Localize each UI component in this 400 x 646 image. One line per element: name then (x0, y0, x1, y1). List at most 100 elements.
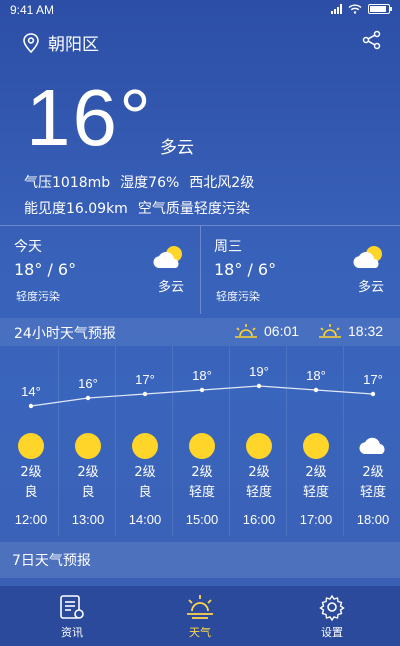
divider (172, 346, 173, 536)
hourly-temp: 19° (249, 364, 269, 379)
wifi-icon (348, 4, 362, 14)
hourly-temp: 17° (135, 372, 155, 387)
signal-icon (331, 4, 342, 14)
hourly-time: 13:00 (71, 512, 105, 527)
day-label: 周三 (214, 239, 242, 255)
info-row-1: 气压1018mb 湿度76% 西北风2级 (24, 172, 264, 192)
sunrise-icon (235, 324, 257, 338)
day-label: 今天 (14, 239, 42, 255)
day-condition: 多云 (157, 280, 184, 295)
hourly-aqi: 轻度 (359, 485, 386, 500)
sun-icon (188, 432, 216, 464)
tab-label: 天气 (189, 626, 211, 639)
hourly-item: 18° 2级轻度 17:00 (288, 346, 344, 536)
hourly-wind: 2级 (77, 465, 99, 480)
hourly-aqi: 良 (24, 485, 38, 500)
hourly-aqi: 轻度 (245, 485, 272, 500)
hourly-title: 24小时天气预报 (14, 326, 116, 342)
status-bar: 9:41 AM (0, 0, 400, 20)
sunset: 18:32 (318, 322, 383, 340)
sunrise: 06:01 (234, 322, 299, 340)
hourly-header: 24小时天气预报 06:01 18:32 (0, 318, 400, 346)
day-card-wednesday[interactable]: 周三 18° / 6° 轻度污染 多云 (200, 226, 400, 314)
day-aqi: 轻度污染 (16, 290, 60, 303)
hourly-item: 19° 2级轻度 16:00 (231, 346, 287, 536)
day-card-today[interactable]: 今天 18° / 6° 轻度污染 多云 (0, 226, 200, 314)
current-temperature: 16° (26, 73, 153, 162)
hourly-forecast[interactable]: 14° 2级良 12:00 16° 2级良 13:00 17° 2级良 14:00 18° 2级轻度… (0, 346, 400, 536)
hourly-item: 17° 2级轻度 18:00 (345, 346, 400, 536)
hourly-aqi: 良 (138, 485, 152, 500)
weekly-forecast-header[interactable]: 7日天气预报 (0, 542, 400, 578)
hourly-temp: 17° (363, 372, 383, 387)
weather-icon (187, 595, 213, 619)
current-condition: 多云 (160, 138, 194, 158)
cloud-icon (357, 432, 389, 460)
hourly-time: 12:00 (14, 512, 48, 527)
sunset-icon (319, 324, 341, 338)
battery-icon (368, 4, 392, 14)
pressure: 气压1018mb (24, 175, 111, 191)
day-temp-range: 18° / 6° (214, 260, 277, 279)
hourly-item: 16° 2级良 13:00 (60, 346, 116, 536)
tab-label: 资讯 (61, 626, 83, 639)
hourly-aqi: 轻度 (302, 485, 329, 500)
divider (115, 346, 116, 536)
share-icon (362, 30, 381, 50)
tab-bar: 资讯 天气 设置 (0, 586, 400, 646)
sunset-time: 18:32 (348, 323, 384, 339)
sun-icon (302, 432, 330, 464)
divider (286, 346, 287, 536)
hourly-wind: 2级 (362, 465, 384, 480)
hourly-time: 18:00 (356, 512, 390, 527)
day-condition: 多云 (357, 280, 384, 295)
divider (58, 346, 59, 536)
hourly-time: 14:00 (128, 512, 162, 527)
divider (229, 346, 230, 536)
tab-news[interactable]: 资讯 (32, 592, 112, 640)
partly-cloudy-icon (152, 244, 186, 274)
hourly-time: 16:00 (242, 512, 276, 527)
hourly-temp: 14° (21, 384, 41, 399)
news-icon (60, 595, 84, 619)
sun-icon (17, 432, 45, 464)
tab-settings[interactable]: 设置 (292, 592, 372, 640)
info-row-2: 能见度16.09km 空气质量轻度污染 (24, 198, 260, 218)
sun-icon (74, 432, 102, 464)
location[interactable]: 朝阳区 (22, 30, 99, 55)
sunrise-time: 06:01 (264, 323, 300, 339)
hourly-wind: 2级 (20, 465, 42, 480)
hourly-temp: 18° (306, 368, 326, 383)
sun-icon (131, 432, 159, 464)
day-temp-range: 18° / 6° (14, 260, 77, 279)
humidity: 湿度76% (120, 175, 180, 191)
location-pin-icon (23, 32, 39, 53)
tab-label: 设置 (321, 626, 343, 639)
sun-icon (245, 432, 273, 464)
share-button[interactable] (362, 30, 382, 54)
visibility: 能见度16.09km (24, 201, 128, 217)
hourly-aqi: 轻度 (188, 485, 215, 500)
status-time: 9:41 AM (10, 3, 55, 17)
hourly-wind: 2级 (305, 465, 327, 480)
hourly-aqi: 良 (81, 485, 95, 500)
hourly-wind: 2级 (248, 465, 270, 480)
wind: 西北风2级 (189, 175, 255, 191)
hourly-temp: 18° (192, 368, 212, 383)
hourly-item: 18° 2级轻度 15:00 (174, 346, 230, 536)
hourly-item: 14° 2级良 12:00 (3, 346, 59, 536)
status-icons (331, 4, 392, 14)
hourly-wind: 2级 (191, 465, 213, 480)
weekly-title: 7日天气预报 (12, 553, 91, 569)
hourly-temp: 16° (78, 376, 98, 391)
day-aqi: 轻度污染 (216, 290, 260, 303)
hourly-item: 17° 2级良 14:00 (117, 346, 173, 536)
divider (343, 346, 344, 536)
location-name: 朝阳区 (48, 35, 99, 55)
hourly-wind: 2级 (134, 465, 156, 480)
partly-cloudy-icon (352, 244, 386, 274)
tab-weather[interactable]: 天气 (160, 592, 240, 640)
hourly-time: 15:00 (185, 512, 219, 527)
air-quality: 空气质量轻度污染 (137, 201, 250, 217)
hourly-time: 17:00 (299, 512, 333, 527)
